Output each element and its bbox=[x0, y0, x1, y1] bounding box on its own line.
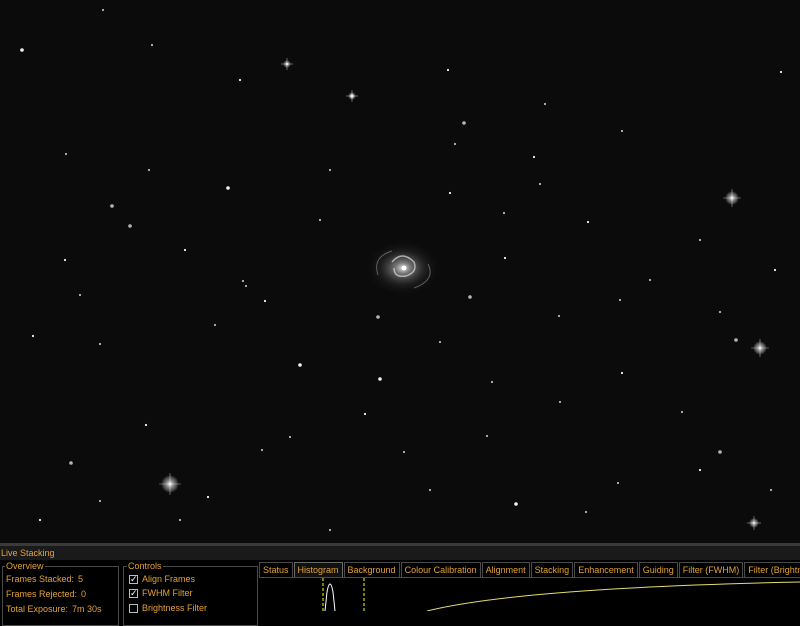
tab-background[interactable]: Background bbox=[343, 562, 400, 577]
tab-histogram[interactable]: Histogram bbox=[293, 562, 343, 578]
checkbox-icon[interactable] bbox=[129, 587, 138, 599]
stretch-curve bbox=[426, 581, 800, 612]
overview-group: Overview Frames Stacked: 5 Frames Rejecte… bbox=[2, 560, 119, 626]
tab-colour-calibration[interactable]: Colour Calibration bbox=[400, 562, 481, 577]
total-exposure-row: Total Exposure: 7m 30s bbox=[6, 604, 102, 614]
checkbox-icon[interactable] bbox=[129, 603, 138, 613]
tab-alignment[interactable]: Alignment bbox=[481, 562, 530, 577]
brightness-filter-checkbox[interactable]: Brightness Filter bbox=[129, 603, 207, 613]
checkbox-icon[interactable] bbox=[129, 573, 138, 585]
histogram-plot bbox=[322, 578, 800, 612]
controls-group: Controls Align Frames FWHM Filter Bright… bbox=[123, 560, 258, 626]
histogram-view[interactable] bbox=[259, 577, 800, 612]
panel-title: Live Stacking bbox=[0, 546, 800, 560]
tab-guiding[interactable]: Guiding bbox=[638, 562, 678, 577]
tab-strip: Status Histogram Background Colour Calib… bbox=[259, 562, 800, 578]
align-frames-checkbox[interactable]: Align Frames bbox=[129, 573, 196, 585]
frames-stacked-label: Frames Stacked: bbox=[6, 574, 75, 584]
brightness-filter-label: Brightness Filter bbox=[142, 603, 208, 613]
fwhm-filter-checkbox[interactable]: FWHM Filter bbox=[129, 587, 193, 599]
star-field bbox=[20, 8, 783, 532]
overview-legend: Overview bbox=[5, 560, 45, 572]
frames-rejected-row: Frames Rejected: 0 bbox=[6, 589, 86, 599]
tab-stacking[interactable]: Stacking bbox=[530, 562, 574, 577]
histogram-curve bbox=[324, 583, 336, 612]
frames-rejected-value: 0 bbox=[81, 589, 87, 599]
tab-filter-fwhm[interactable]: Filter (FWHM) bbox=[678, 562, 744, 577]
frames-stacked-value: 5 bbox=[78, 574, 84, 584]
align-frames-label: Align Frames bbox=[142, 574, 196, 584]
tab-enhancement[interactable]: Enhancement bbox=[574, 562, 638, 577]
frames-rejected-label: Frames Rejected: bbox=[6, 589, 78, 599]
live-stacking-panel: Overview Frames Stacked: 5 Frames Rejecte… bbox=[0, 560, 800, 626]
tab-status[interactable]: Status bbox=[259, 562, 293, 577]
controls-legend: Controls bbox=[127, 560, 163, 572]
stacked-image-view[interactable] bbox=[0, 0, 800, 543]
fwhm-filter-label: FWHM Filter bbox=[142, 588, 193, 598]
total-exposure-label: Total Exposure: bbox=[6, 604, 69, 614]
total-exposure-value: 7m 30s bbox=[72, 604, 102, 614]
tab-filter-brightness[interactable]: Filter (Brightne bbox=[744, 562, 800, 577]
frames-stacked-row: Frames Stacked: 5 bbox=[6, 574, 83, 584]
